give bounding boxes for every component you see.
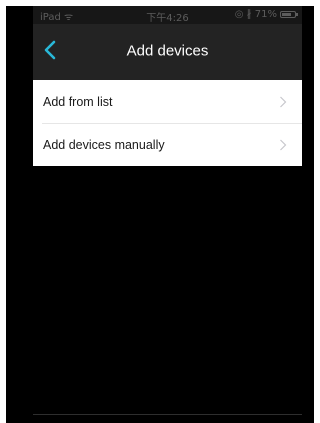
navigation-bar: Add devices — [33, 24, 302, 80]
bottom-divider — [33, 414, 302, 415]
add-method-list: Add from list Add devices manually — [33, 80, 302, 166]
divider — [42, 123, 302, 124]
chevron-right-icon — [280, 96, 287, 107]
battery-icon — [280, 11, 298, 18]
add-from-list-item[interactable]: Add from list — [33, 80, 302, 123]
list-item-label: Add devices manually — [43, 137, 165, 152]
battery-fill — [282, 13, 291, 16]
status-indicators-group: ◎ ∦ 71% — [234, 9, 298, 20]
device-screen: iPad ᯤ 下午4:26 ◎ ∦ 71% Add devices Add fr… — [6, 6, 314, 423]
list-item-label: Add from list — [43, 94, 113, 109]
status-bar: iPad ᯤ 下午4:26 ◎ ∦ 71% — [33, 6, 302, 24]
add-devices-manually-item[interactable]: Add devices manually — [33, 123, 302, 166]
page-title: Add devices — [126, 42, 209, 60]
status-indicators: ◎ ∦ 71% — [234, 9, 277, 20]
chevron-right-icon — [280, 139, 287, 150]
